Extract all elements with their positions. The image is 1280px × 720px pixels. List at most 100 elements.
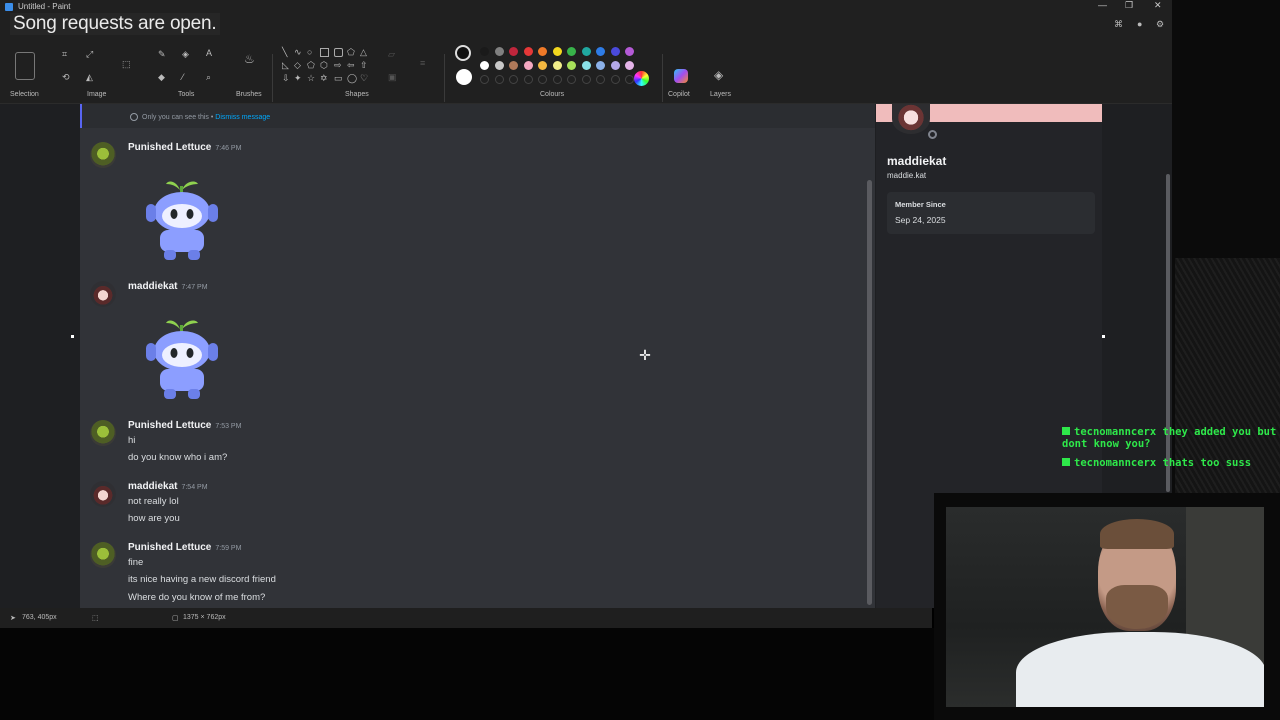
- outline-icon[interactable]: ▱: [388, 49, 395, 59]
- custom-colour-slot[interactable]: [581, 75, 591, 84]
- colour-swatch[interactable]: [567, 47, 576, 56]
- image-select-icon[interactable]: ⬚: [122, 59, 131, 69]
- custom-colour-slot[interactable]: [610, 75, 620, 84]
- rectangle-shape-icon[interactable]: [320, 48, 329, 57]
- line-shape-icon[interactable]: ╲: [282, 47, 287, 57]
- close-button[interactable]: ✕: [1154, 0, 1162, 11]
- ribbon-divider: [444, 54, 445, 102]
- colour-swatch[interactable]: [538, 47, 547, 56]
- webcam-person-beard: [1106, 585, 1168, 629]
- colour-swatch[interactable]: [596, 47, 605, 56]
- colour-swatch[interactable]: [625, 47, 634, 56]
- pentagon-shape-icon[interactable]: ⬠: [307, 60, 315, 70]
- custom-colour-slot[interactable]: [538, 75, 547, 84]
- custom-colour-slot[interactable]: [523, 75, 533, 84]
- colour-swatch[interactable]: [552, 61, 562, 70]
- avatar[interactable]: [90, 481, 116, 507]
- diamond-shape-icon[interactable]: ◇: [294, 60, 301, 70]
- fill-icon[interactable]: ◈: [182, 49, 189, 59]
- colour-swatch[interactable]: [581, 47, 591, 56]
- colour-swatch[interactable]: [625, 61, 634, 70]
- message-author[interactable]: Punished Lettuce 7:46 PM: [128, 142, 241, 153]
- colour-swatch[interactable]: [480, 47, 489, 56]
- avatar[interactable]: [90, 142, 116, 168]
- copilot-icon[interactable]: [674, 69, 688, 83]
- magnifier-icon[interactable]: ⌕: [206, 72, 211, 82]
- colour-swatch[interactable]: [596, 61, 605, 70]
- custom-colour-slot[interactable]: [494, 75, 504, 84]
- profile-avatar[interactable]: [892, 104, 930, 134]
- colour-swatch[interactable]: [567, 61, 576, 70]
- avatar[interactable]: [90, 420, 116, 446]
- text-icon[interactable]: A: [206, 48, 212, 58]
- colour-swatch[interactable]: [610, 47, 620, 56]
- avatar[interactable]: [90, 542, 116, 568]
- hexagon-shape-icon[interactable]: ⬡: [320, 60, 328, 70]
- settings-icon[interactable]: ⚙: [1156, 19, 1164, 29]
- arrow-up-shape-icon[interactable]: ⇧: [360, 60, 368, 70]
- account-icon[interactable]: ●: [1137, 19, 1142, 29]
- avatar[interactable]: [90, 281, 116, 307]
- oval-shape-icon[interactable]: ○: [307, 47, 312, 57]
- maximize-button[interactable]: ❐: [1125, 0, 1133, 11]
- color-picker-icon[interactable]: ⁄: [182, 72, 184, 82]
- colour-swatch[interactable]: [581, 61, 591, 70]
- flip-icon[interactable]: ◭: [86, 72, 93, 82]
- curve-shape-icon[interactable]: ∿: [294, 47, 302, 57]
- colour-swatch[interactable]: [523, 47, 533, 56]
- message-author[interactable]: Punished Lettuce 7:53 PM: [128, 420, 241, 431]
- colour-swatch[interactable]: [610, 61, 620, 70]
- colour-swatch[interactable]: [509, 47, 518, 56]
- star5-shape-icon[interactable]: ☆: [307, 73, 315, 83]
- colour-swatch[interactable]: [538, 61, 547, 70]
- selection-tool-icon[interactable]: [15, 52, 35, 80]
- shapes-group-label: Shapes: [345, 91, 369, 98]
- rotate-icon[interactable]: ⟲: [62, 72, 70, 82]
- custom-colour-slot[interactable]: [480, 75, 489, 84]
- star6-shape-icon[interactable]: ✡: [320, 73, 328, 83]
- stream-chat-text: thats too suss: [1162, 457, 1252, 469]
- custom-colour-slot[interactable]: [596, 75, 605, 84]
- eraser-icon[interactable]: ◆: [158, 72, 165, 82]
- callout-oval-shape-icon[interactable]: ◯: [347, 73, 357, 83]
- dismiss-message-link[interactable]: Dismiss message: [215, 114, 270, 121]
- colour-swatch[interactable]: [494, 47, 504, 56]
- canvas-resize-handle[interactable]: [71, 335, 74, 338]
- layers-icon[interactable]: ◈: [714, 69, 723, 81]
- message-author[interactable]: maddiekat 7:54 PM: [128, 481, 208, 492]
- brush-icon[interactable]: ♨: [244, 53, 255, 65]
- colour-swatch[interactable]: [480, 61, 489, 70]
- colour-swatch[interactable]: [523, 61, 533, 70]
- share-icon[interactable]: ⌘: [1114, 19, 1123, 29]
- line-size-icon[interactable]: ≡: [420, 58, 425, 68]
- pencil-icon[interactable]: ✎: [158, 49, 166, 59]
- heart-shape-icon[interactable]: ♡: [360, 73, 368, 83]
- arrow-right-shape-icon[interactable]: ⇨: [334, 60, 342, 70]
- right-triangle-shape-icon[interactable]: ◺: [282, 60, 289, 70]
- canvas-resize-handle[interactable]: [1102, 335, 1105, 338]
- secondary-colour-swatch[interactable]: [456, 69, 472, 85]
- message-author[interactable]: Punished Lettuce 7:59 PM: [128, 542, 241, 553]
- triangle-shape-icon[interactable]: △: [360, 47, 367, 57]
- callout-rect-shape-icon[interactable]: ▭: [334, 73, 343, 83]
- colour-swatch[interactable]: [494, 61, 504, 70]
- custom-colour-slot[interactable]: [552, 75, 562, 84]
- crop-icon[interactable]: ⌗: [62, 49, 67, 59]
- rounded-rect-shape-icon[interactable]: [334, 48, 343, 57]
- minimize-button[interactable]: —: [1098, 0, 1107, 10]
- edit-colours-icon[interactable]: [634, 71, 649, 86]
- arrow-down-shape-icon[interactable]: ⇩: [282, 73, 290, 83]
- custom-colour-slot[interactable]: [509, 75, 518, 84]
- resize-icon[interactable]: ⤢: [86, 49, 93, 59]
- primary-colour-swatch[interactable]: [455, 45, 471, 61]
- star4-shape-icon[interactable]: ✦: [294, 73, 302, 83]
- custom-colour-slot[interactable]: [567, 75, 576, 84]
- colour-swatch[interactable]: [509, 61, 518, 70]
- message-author[interactable]: maddiekat 7:47 PM: [128, 281, 208, 292]
- fill-style-icon[interactable]: ▣: [388, 72, 397, 82]
- chat-scrollbar[interactable]: [867, 180, 872, 605]
- colour-swatch[interactable]: [552, 47, 562, 56]
- custom-colour-slot[interactable]: [625, 75, 634, 84]
- arrow-left-shape-icon[interactable]: ⇦: [347, 60, 355, 70]
- polygon-shape-icon[interactable]: ⬠: [347, 47, 355, 57]
